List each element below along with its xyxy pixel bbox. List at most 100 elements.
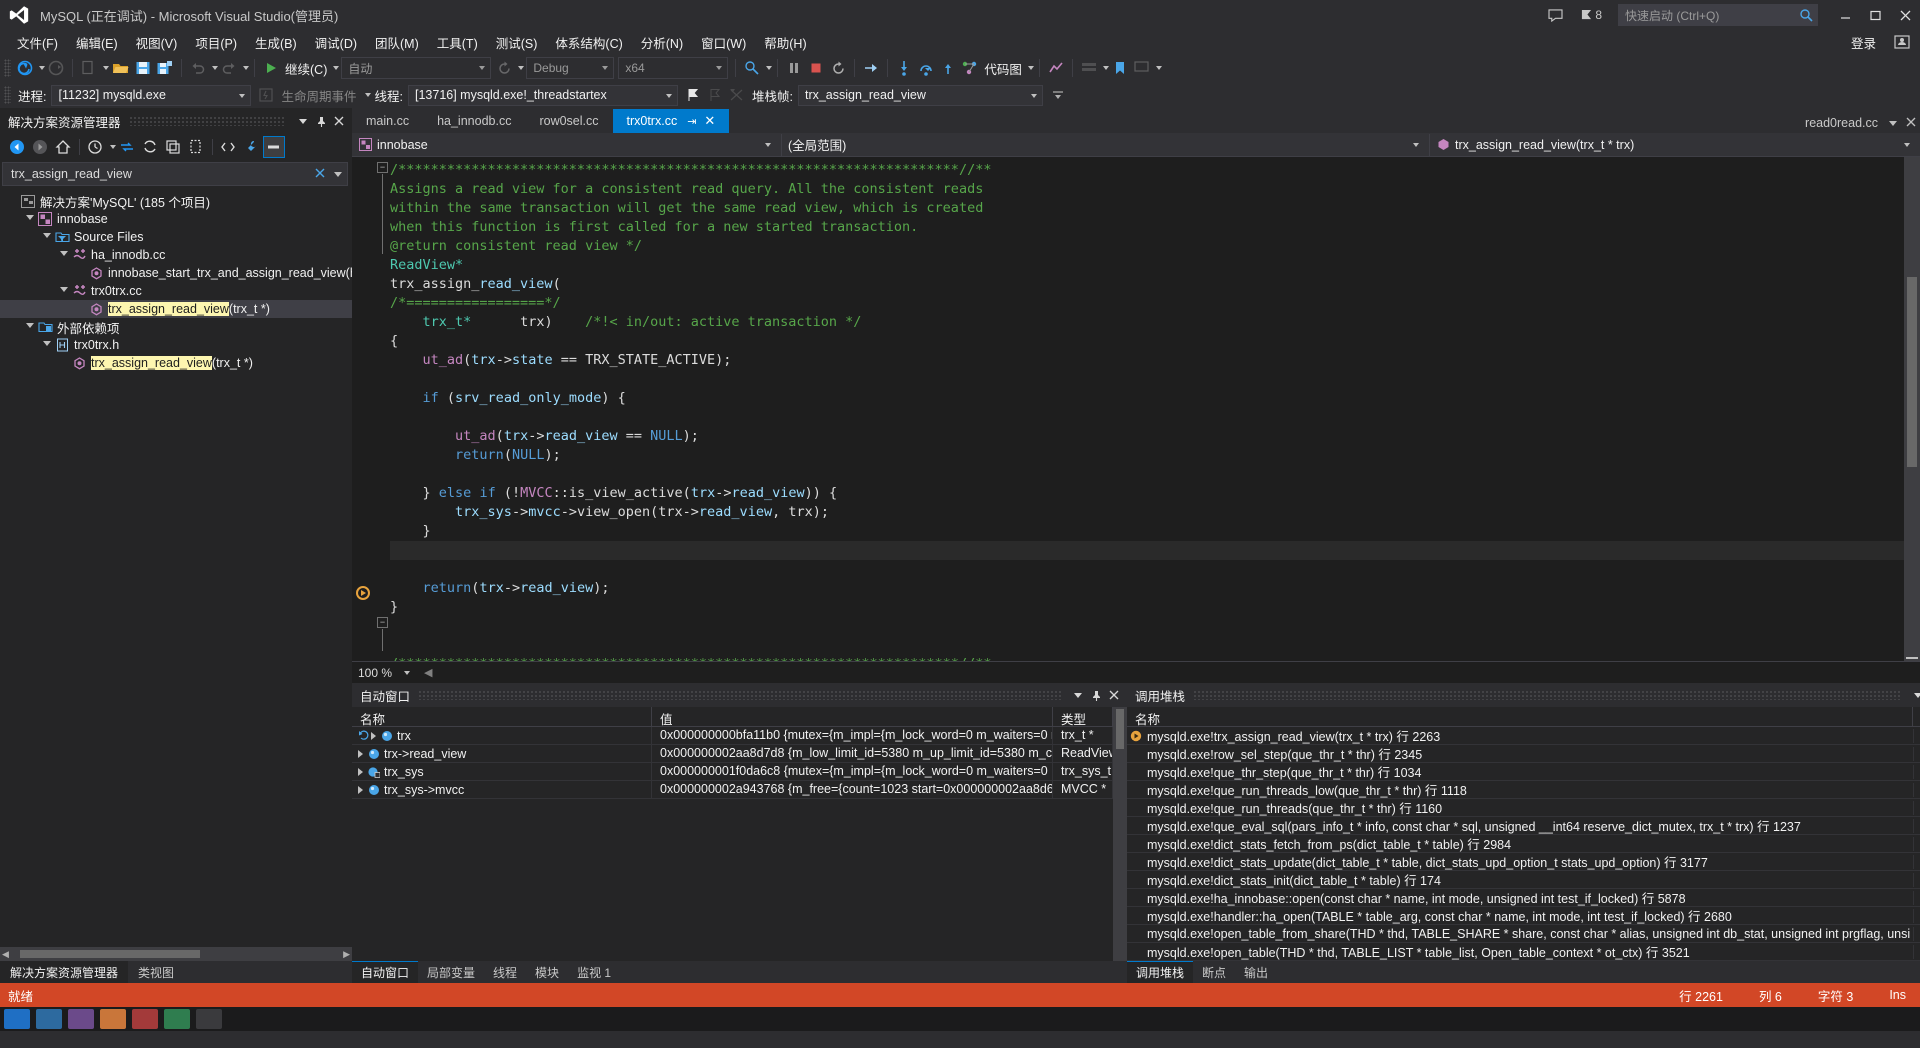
- expand-row-icon[interactable]: [358, 786, 363, 794]
- taskbar-item-1[interactable]: [4, 1009, 30, 1029]
- menu-file[interactable]: 文件(F): [8, 30, 67, 55]
- solution-config-combo[interactable]: Debug: [526, 57, 615, 79]
- doc-tab-list-icon[interactable]: [1888, 116, 1898, 130]
- tree-item[interactable]: trx_assign_read_view(trx_t *): [0, 354, 352, 372]
- taskbar-item-4[interactable]: [100, 1009, 126, 1029]
- undo-button[interactable]: [187, 57, 209, 79]
- outlining-gutter[interactable]: − −: [374, 157, 390, 661]
- navbar-member-combo[interactable]: trx_assign_read_view(trx_t * trx): [1430, 134, 1920, 156]
- cs-col-name[interactable]: 名称: [1127, 707, 1913, 726]
- call-stack-row[interactable]: mysqld.exe!dict_stats_init(dict_table_t …: [1127, 871, 1920, 889]
- diagnostic-tools-icon[interactable]: [1045, 57, 1067, 79]
- account-icon[interactable]: [1892, 32, 1912, 52]
- code-scroll-thumb[interactable]: [1907, 277, 1917, 467]
- tab-solution-explorer[interactable]: 解决方案资源管理器: [0, 961, 129, 983]
- menu-view[interactable]: 视图(V): [127, 30, 187, 55]
- attach-to-process-button[interactable]: [741, 57, 763, 79]
- hscroll-left-arrow-editor[interactable]: ◀: [424, 666, 432, 679]
- tree-item[interactable]: innobase_start_trx_and_assign_read_view(…: [0, 264, 352, 282]
- navigate-backward-button[interactable]: [14, 57, 36, 79]
- hscroll-right-arrow[interactable]: ▶: [343, 949, 350, 960]
- tab-call-stack[interactable]: 调用堆栈: [1127, 961, 1194, 983]
- expand-row-icon[interactable]: [358, 750, 363, 758]
- startup-config-combo[interactable]: 自动: [341, 57, 492, 79]
- show-next-statement-button[interactable]: [860, 57, 882, 79]
- inactive-doc-label[interactable]: read0read.cc: [1805, 116, 1878, 130]
- close-button[interactable]: [1890, 0, 1920, 30]
- tree-twisty-icon[interactable]: [40, 340, 54, 350]
- autos-variable-value[interactable]: 0x000000000bfa11b0 {mutex={m_impl={m_loc…: [652, 727, 1053, 744]
- fold-toggle-icon[interactable]: −: [377, 162, 388, 173]
- taskbar-item-6[interactable]: [164, 1009, 190, 1029]
- break-all-button[interactable]: [783, 57, 805, 79]
- tree-item[interactable]: trx0trx.h: [0, 336, 352, 354]
- autos-row[interactable]: trx_sys->mvcc 0x000000002a943768 {m_free=…: [352, 781, 1113, 799]
- call-stack-rows[interactable]: mysqld.exe!trx_assign_read_view(trx_t * …: [1127, 727, 1920, 961]
- doc-tab-ha-innodb-cc[interactable]: ha_innodb.cc: [423, 109, 526, 133]
- autos-pin-icon[interactable]: [1087, 686, 1105, 704]
- open-file-button[interactable]: [109, 57, 132, 79]
- code-vertical-scrollbar[interactable]: [1904, 157, 1920, 661]
- navbar-scope-combo[interactable]: (全局范围): [782, 133, 1430, 156]
- solution-tree[interactable]: 解决方案'MySQL' (185 个项目) innobase Source File…: [0, 188, 352, 947]
- continue-caret[interactable]: [333, 66, 340, 70]
- attach-caret[interactable]: [766, 66, 773, 70]
- tree-item[interactable]: 解决方案'MySQL' (185 个项目): [0, 192, 352, 210]
- tree-twisty-icon[interactable]: [23, 214, 37, 224]
- solution-tree-hscrollbar[interactable]: ◀ ▶: [0, 947, 352, 961]
- step-out-button[interactable]: [937, 57, 959, 79]
- doc-tab-row0sel-cc[interactable]: row0sel.cc: [525, 109, 613, 133]
- call-stack-row[interactable]: mysqld.exe!que_run_threads_low(que_thr_t…: [1127, 781, 1920, 799]
- tab-output[interactable]: 输出: [1235, 961, 1277, 983]
- save-all-button[interactable]: [154, 57, 176, 79]
- taskbar-item-5[interactable]: [132, 1009, 158, 1029]
- close-tab-icon[interactable]: ✕: [704, 113, 715, 129]
- expand-row-icon[interactable]: [371, 732, 376, 740]
- fold-toggle-icon-2[interactable]: −: [377, 617, 388, 628]
- autos-variable-value[interactable]: 0x000000002a943768 {m_free={count=1023 s…: [652, 781, 1053, 798]
- comment-caret[interactable]: [1155, 66, 1162, 70]
- clear-search-icon[interactable]: [315, 167, 325, 181]
- thread-combo[interactable]: [13716] mysqld.exe!_threadstartex: [407, 84, 678, 106]
- call-stack-row[interactable]: mysqld.exe!open_table(THD * thd, TABLE_L…: [1127, 943, 1920, 961]
- menu-build[interactable]: 生成(B): [246, 30, 306, 55]
- refresh-value-icon[interactable]: [358, 730, 371, 742]
- hscroll-left-arrow[interactable]: ◀: [2, 949, 9, 960]
- pin-icon[interactable]: [312, 112, 330, 130]
- redo-caret[interactable]: [243, 66, 249, 70]
- continue-button-label[interactable]: 继续(C): [282, 59, 330, 78]
- maximize-button[interactable]: [1860, 0, 1890, 30]
- breakpoint-gutter[interactable]: [352, 157, 374, 661]
- menu-window[interactable]: 窗口(W): [692, 30, 755, 55]
- unflag-thread-icon[interactable]: [704, 84, 726, 106]
- tree-twisty-icon[interactable]: [23, 322, 37, 332]
- lifecycle-caret[interactable]: [364, 93, 371, 97]
- tree-item[interactable]: Source Files: [0, 228, 352, 246]
- call-stack-row[interactable]: mysqld.exe!que_thr_step(que_thr_t * thr)…: [1127, 763, 1920, 781]
- stackframe-combo[interactable]: trx_assign_read_view: [797, 84, 1043, 106]
- home-icon[interactable]: [52, 136, 74, 158]
- code-map-icon[interactable]: [959, 57, 981, 79]
- autos-menu-icon[interactable]: [1069, 686, 1087, 704]
- tree-item[interactable]: innobase: [0, 210, 352, 228]
- call-stack-row[interactable]: mysqld.exe!row_sel_step(que_thr_t * thr)…: [1127, 745, 1920, 763]
- call-stack-row[interactable]: mysqld.exe!que_run_threads(que_thr_t * t…: [1127, 799, 1920, 817]
- comment-icon[interactable]: [1131, 57, 1153, 79]
- flag-thread-icon[interactable]: [682, 84, 704, 106]
- doc-close-icon[interactable]: [1906, 116, 1916, 130]
- sign-in-button[interactable]: 登录: [1841, 31, 1886, 54]
- debug-toolbar-grip[interactable]: [4, 86, 11, 104]
- toolbar-grip[interactable]: [4, 59, 11, 77]
- code-map-caret[interactable]: [1027, 66, 1034, 70]
- menu-project[interactable]: 项目(P): [186, 30, 246, 55]
- menu-debug[interactable]: 调试(D): [306, 30, 366, 55]
- collapse-all-icon[interactable]: [162, 136, 184, 158]
- code-editor[interactable]: − − /***********************************…: [352, 157, 1920, 661]
- call-stack-row[interactable]: mysqld.exe!ha_innobase::open(const char …: [1127, 889, 1920, 907]
- continue-play-icon[interactable]: [260, 57, 282, 79]
- code-map-label[interactable]: 代码图: [981, 59, 1025, 78]
- menu-team[interactable]: 团队(M): [366, 30, 428, 55]
- tree-item[interactable]: trx0trx.cc: [0, 282, 352, 300]
- step-into-button[interactable]: [893, 57, 915, 79]
- toolbar-overflow-button[interactable]: [1047, 84, 1069, 106]
